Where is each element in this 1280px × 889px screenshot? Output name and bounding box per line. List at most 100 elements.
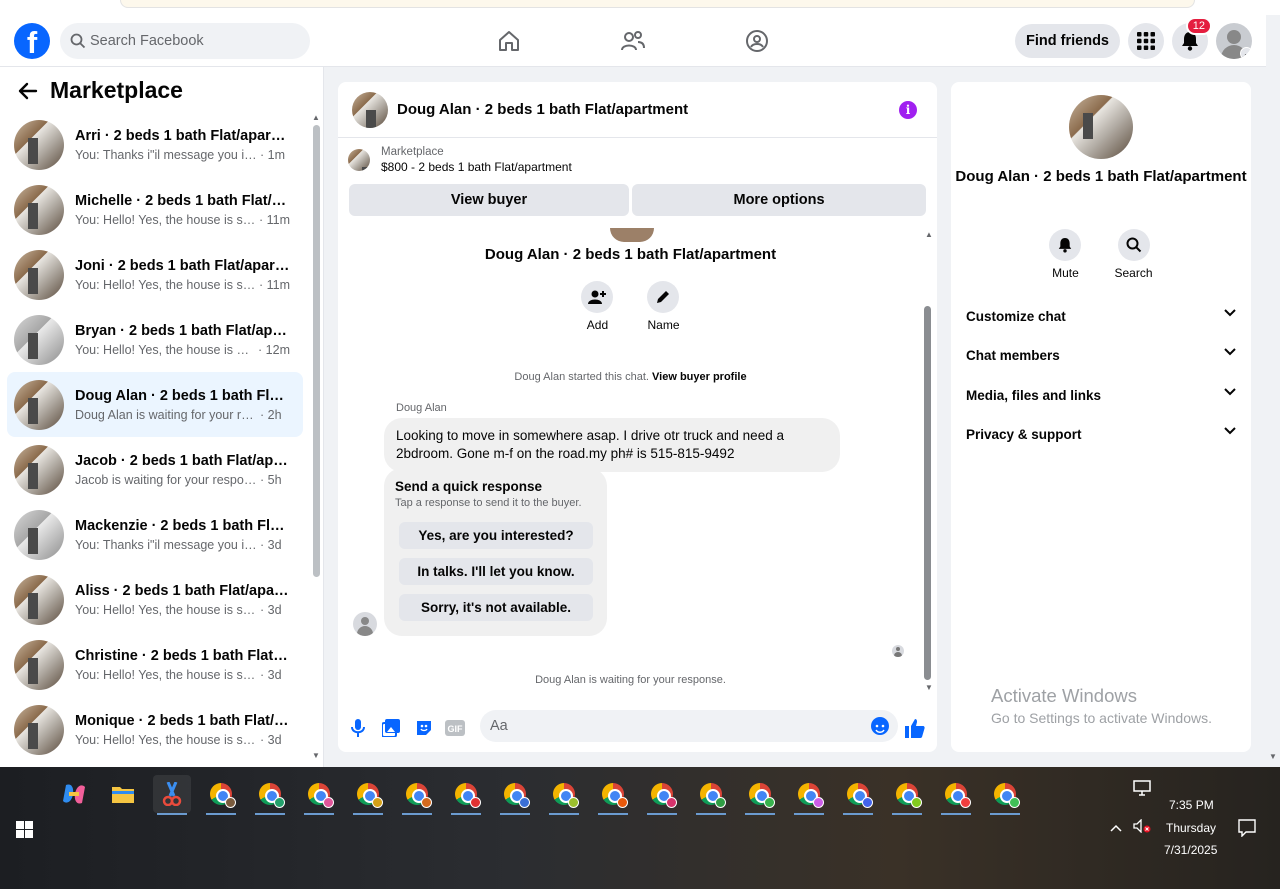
notifications-button[interactable]: 12 [1172,17,1212,59]
running-app-indicator [598,813,628,815]
search-chat-button[interactable]: Search [1114,229,1153,280]
activate-windows-title: Activate Windows [991,685,1137,706]
quick-response-button[interactable]: In talks. I'll let you know. [399,558,593,585]
chrome-profile-icon[interactable] [692,775,730,815]
file-explorer-icon[interactable] [104,775,142,813]
conversation-item[interactable]: Bryan · 2 beds 1 bath Flat/apart... You: … [7,307,303,372]
conversation-item[interactable]: Michelle · 2 beds 1 bath Flat/apa... You:… [7,177,303,242]
chrome-profile-icon[interactable] [986,775,1024,815]
search-label: Search [1114,266,1153,280]
chrome-profile-icon[interactable] [937,775,975,815]
chrome-profile-icon[interactable] [300,775,338,815]
conversation-item-active[interactable]: Doug Alan · 2 beds 1 bath Flat/a... Doug … [7,372,303,437]
profile-badge-icon [666,797,677,808]
chrome-profile-icon[interactable] [545,775,583,815]
inbox-scrollbar[interactable] [313,125,320,577]
desktop-icon[interactable] [1133,780,1151,799]
sticker-icon[interactable] [414,718,434,738]
customize-chat-row[interactable]: Customize chat [966,309,1236,324]
listing-summary[interactable]: Marketplace $800 - 2 beds 1 bath Flat/ap… [348,146,572,174]
conversation-item[interactable]: Mackenzie · 2 beds 1 bath Flat/a... You: … [7,502,303,567]
account-avatar[interactable]: ⌄ [1216,23,1252,59]
rename-button[interactable]: Name [647,281,680,332]
menu-button[interactable] [1128,23,1164,59]
facebook-logo[interactable]: f [14,23,50,59]
chevron-down-icon [1224,388,1236,396]
chrome-profile-icon[interactable] [741,775,779,815]
mute-button[interactable]: Mute [1049,229,1082,280]
notification-center-icon[interactable] [1238,819,1256,840]
emoji-icon[interactable] [871,717,889,735]
page-scrollbar[interactable] [1266,15,1280,767]
message-input[interactable]: Aa [480,710,898,742]
chrome-profile-icon[interactable] [251,775,289,815]
clock-day[interactable]: Thursday [1166,821,1216,835]
chrome-profile-icon[interactable] [594,775,632,815]
conversation-item[interactable]: Aliss · 2 beds 1 bath Flat/apartm... You:… [7,567,303,632]
chrome-profile-icon[interactable] [839,775,877,815]
chrome-profile-icon[interactable] [202,775,240,815]
scroll-up-arrow[interactable]: ▲ [312,113,320,122]
chat-scroll-up-arrow[interactable]: ▲ [925,230,933,239]
pencil-icon [657,291,670,303]
friends-icon[interactable] [619,27,647,55]
chrome-profile-icon[interactable] [496,775,534,815]
conversation-item[interactable]: Jacob · 2 beds 1 bath Flat/apart... Jacob… [7,437,303,502]
view-buyer-button[interactable]: View buyer [349,184,629,216]
clock-time[interactable]: 7:35 PM [1169,798,1214,812]
running-app-indicator [549,813,579,815]
quick-response-button[interactable]: Yes, are you interested? [399,522,593,549]
profile-badge-icon [813,797,824,808]
copilot-icon[interactable] [55,775,93,813]
thumbs-up-icon[interactable] [905,718,925,738]
gif-icon[interactable]: GIF [445,718,465,738]
home-icon[interactable] [495,27,523,55]
microphone-icon[interactable] [348,718,368,738]
info-icon[interactable]: i [899,101,917,119]
clock-date[interactable]: 7/31/2025 [1164,843,1217,857]
media-files-links-row[interactable]: Media, files and links [966,388,1236,403]
chat-scrollbar[interactable] [924,306,931,680]
conversation-item[interactable]: Monique · 2 beds 1 bath Flat/ap... You: H… [7,697,303,762]
page-scroll-down-arrow[interactable]: ▼ [1269,752,1277,761]
show-hidden-icons-chevron-icon[interactable] [1110,821,1122,835]
chrome-icon [651,783,677,808]
groups-icon[interactable] [743,27,771,55]
chrome-profile-icon[interactable] [643,775,681,815]
photo-icon[interactable] [381,718,401,738]
chrome-icon [700,783,726,808]
find-friends-button[interactable]: Find friends [1015,24,1120,58]
chrome-profile-icon[interactable] [790,775,828,815]
conversation-time: · 3d [260,667,282,682]
back-arrow-icon[interactable] [18,82,38,100]
windows-start-icon[interactable] [16,821,33,838]
more-options-button[interactable]: More options [632,184,926,216]
chrome-profile-icon[interactable] [447,775,485,815]
privacy-support-row[interactable]: Privacy & support [966,427,1236,442]
listing-source: Marketplace [381,146,444,158]
conversation-time: · 2h [260,407,282,422]
volume-muted-icon[interactable] [1133,818,1151,836]
profile-badge-icon [421,797,432,808]
quick-response-button[interactable]: Sorry, it's not available. [399,594,593,621]
sender-name: Doug Alan [396,402,447,414]
profile-badge-icon [568,797,579,808]
scroll-down-arrow[interactable]: ▼ [312,751,320,760]
conversation-item[interactable]: Arri · 2 beds 1 bath Flat/apartm... You: … [7,112,303,177]
listing-thumbnail [14,574,64,625]
chrome-profile-icon[interactable] [349,775,387,815]
snipping-tool-icon[interactable] [153,775,191,815]
chrome-profile-icon[interactable] [888,775,926,815]
add-people-button[interactable]: Add [581,281,614,332]
conversation-item[interactable]: Christine · 2 beds 1 bath Flat/ap... You:… [7,632,303,697]
chat-members-row[interactable]: Chat members [966,348,1236,363]
grid-icon [1137,32,1155,50]
conversation-item[interactable]: Joni · 2 beds 1 bath Flat/apartm... You: … [7,242,303,307]
search-bar[interactable]: Search Facebook [60,23,310,59]
chrome-icon [553,783,579,808]
chat-title[interactable]: Doug Alan · 2 beds 1 bath Flat/apartment [397,101,688,118]
chat-scroll-down-arrow[interactable]: ▼ [925,683,933,692]
chrome-profile-icon[interactable] [398,775,436,815]
view-buyer-profile-link[interactable]: View buyer profile [652,371,747,383]
conversation-preview: Doug Alan is waiting for your resp... [75,407,257,422]
